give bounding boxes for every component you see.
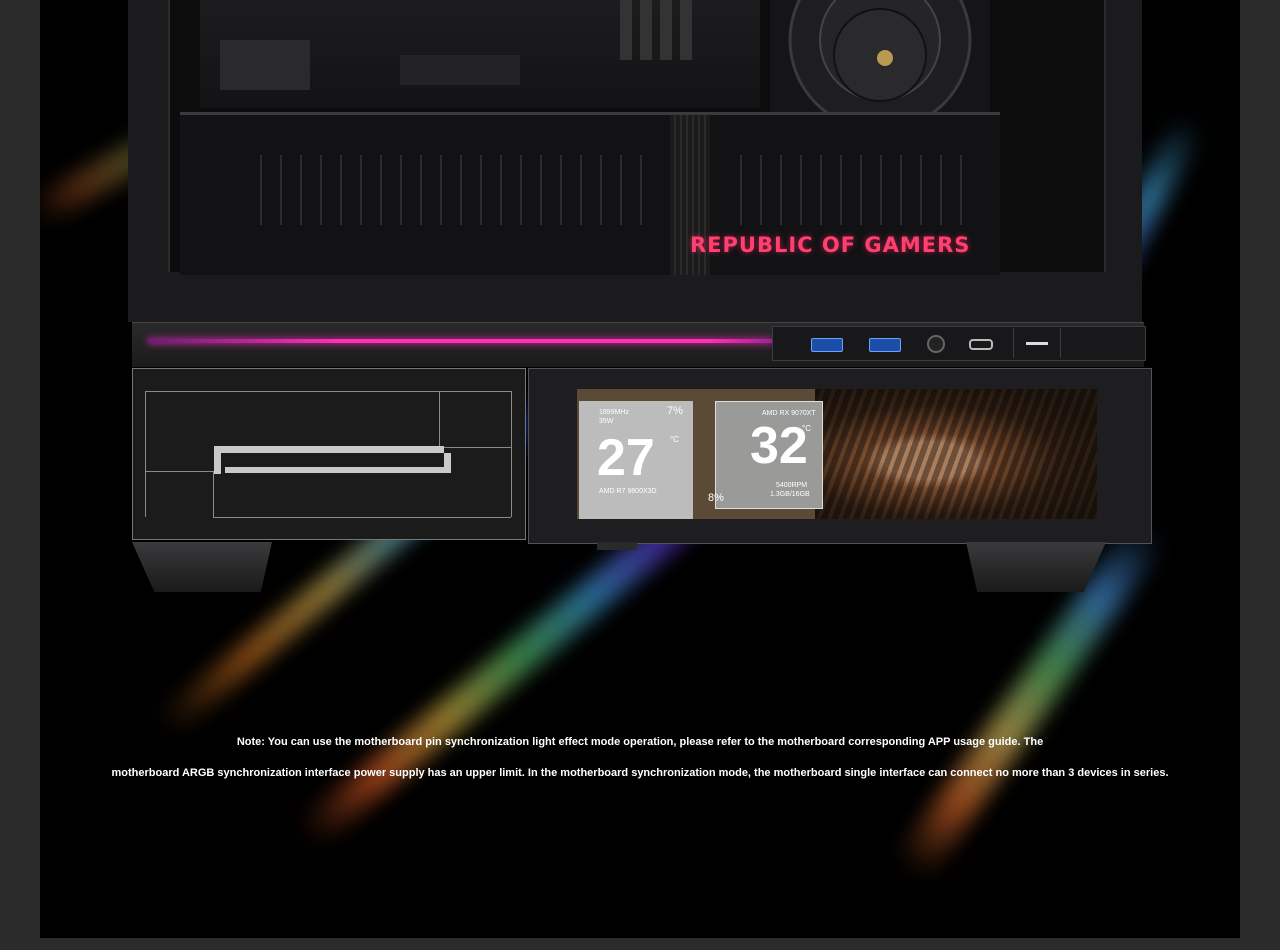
product-photo: REPUBLIC OF GAMERS 1899MHz 35W 7% 27 °C …	[40, 0, 1240, 938]
gpu-model: AMD RX 9070XT	[762, 410, 816, 417]
anime-portrait-image	[815, 389, 1097, 519]
case-foot-right	[966, 542, 1106, 592]
case-foot-middle	[597, 542, 637, 550]
gpu-temperature: 32	[750, 417, 808, 475]
note-line-2: motherboard ARGB synchronization interfa…	[111, 767, 1169, 779]
gpu-temp-unit: °C	[802, 424, 811, 433]
gpu-usage: 8%	[708, 492, 724, 504]
cpu-frequency: 1899MHz	[599, 409, 629, 416]
usb-a-port[interactable]	[869, 338, 901, 352]
cpu-stats-panel: 1899MHz 35W 7% 27 °C AMD R7 9800X3D	[579, 401, 693, 519]
cpu-temperature: 27	[597, 429, 655, 487]
usb-a-port[interactable]	[811, 338, 843, 352]
case-foot-left	[132, 542, 272, 592]
graphics-card: REPUBLIC OF GAMERS	[180, 112, 1000, 275]
gpu-vram: 1.3GB/16GB	[770, 491, 810, 498]
cpu-model: AMD R7 9800X3D	[599, 488, 657, 495]
cpu-temp-unit: °C	[670, 435, 679, 444]
cpu-usage: 7%	[667, 405, 683, 417]
usage-note: Note: You can use the motherboard pin sy…	[40, 730, 1240, 792]
motherboard	[200, 0, 760, 108]
lcd-screen: 1899MHz 35W 7% 27 °C AMD R7 9800X3D AMD …	[577, 389, 1097, 519]
power-button[interactable]	[1013, 328, 1061, 358]
case-fan	[770, 0, 990, 132]
note-line-1: Note: You can use the motherboard pin sy…	[236, 736, 1044, 748]
front-io-panel	[772, 326, 1146, 361]
gpu-brand-text: REPUBLIC OF GAMERS	[690, 233, 971, 257]
gpu-fan-speed: 5400RPM	[776, 482, 808, 489]
cpu-power: 35W	[599, 418, 614, 425]
psu-shroud	[132, 368, 526, 540]
rgb-light-strip	[148, 339, 773, 343]
usb-c-port[interactable]	[969, 339, 993, 350]
shroud-handle	[214, 446, 444, 453]
audio-jack[interactable]	[927, 335, 945, 353]
gpu-stats-panel: AMD RX 9070XT 32 °C 8% 5400RPM 1.3GB/16G…	[708, 401, 823, 509]
